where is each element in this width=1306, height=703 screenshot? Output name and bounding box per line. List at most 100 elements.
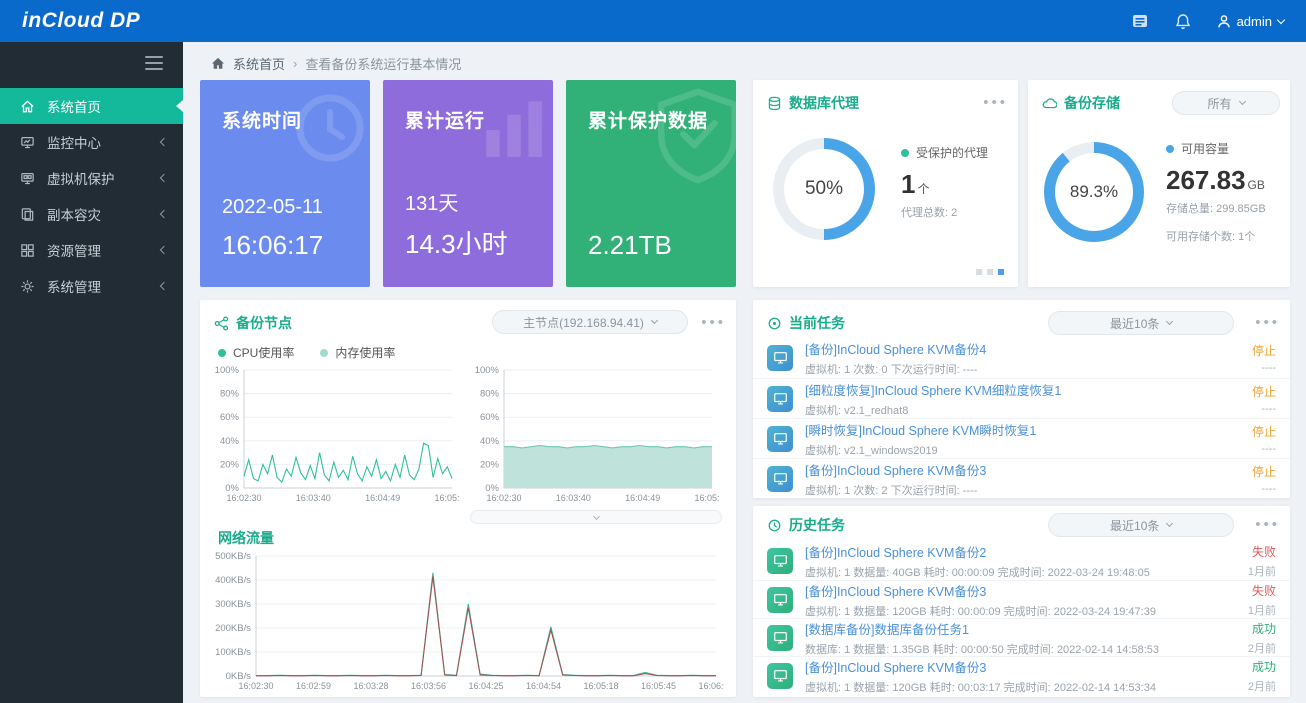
backup-storage-panel: 备份存储 所有 89.3% 可用容量 267.83GB 存储总量: 299.85… [1028,80,1290,287]
task-row[interactable]: [备份]InCloud Sphere KVM备份3 虚拟机: 1 数据量: 12… [753,580,1290,618]
legend-dot [218,349,226,357]
card-title: 累计运行 [405,106,533,133]
capacity-unit: GB [1248,178,1265,192]
sidebar-item-monitor-center[interactable]: 监控中心 [0,124,183,160]
db-agent-percent: 50% [773,138,875,240]
chevron-down-icon [1166,318,1173,325]
node-select-value: 主节点(192.168.94.41) [523,314,644,331]
task-title[interactable]: [数据库备份]数据库备份任务1 [805,619,1236,638]
task-row[interactable]: [备份]InCloud Sphere KVM备份2 虚拟机: 1 数据量: 40… [753,542,1290,580]
pager-dot[interactable] [987,269,993,275]
current-tasks-filter-select[interactable]: 最近10条 [1048,311,1234,335]
user-menu[interactable]: admin [1217,14,1284,29]
available-capacity: 267.83 [1166,165,1246,195]
task-row[interactable]: [备份]InCloud Sphere KVM备份3 虚拟机: 1 次数: 2 下… [753,458,1290,498]
history-tasks-panel: 历史任务 最近10条 ••• [备份]InCloud Sphere KVM备份2… [753,506,1290,697]
task-age: 1月前 [1248,602,1276,618]
task-title[interactable]: [细粒度恢复]InCloud Sphere KVM细粒度恢复1 [805,380,1240,399]
topbar-actions: admin [1131,12,1284,30]
svg-text:16:05:18: 16:05:18 [583,681,618,691]
history-task-list: [备份]InCloud Sphere KVM备份2 虚拟机: 1 数据量: 40… [753,542,1290,694]
db-agent-donut-chart: 50% [773,138,875,240]
task-row[interactable]: [备份]InCloud Sphere KVM备份4 虚拟机: 1 次数: 0 下… [753,338,1290,378]
chevron-left-icon [160,246,168,254]
legend-cpu: CPU使用率 [233,344,294,361]
current-tasks-menu-button[interactable]: ••• [1255,318,1280,328]
network-traffic-chart: 0KB/s100KB/s200KB/s300KB/s400KB/s500KB/s… [208,548,724,692]
task-title[interactable]: [备份]InCloud Sphere KVM备份4 [805,339,1240,358]
svg-text:60%: 60% [220,412,240,423]
vm-task-icon [767,663,793,689]
history-tasks-filter-select[interactable]: 最近10条 [1048,513,1234,537]
backup-node-panel: 备份节点 ••• 主节点(192.168.94.41) CPU使用率 内存使用率… [200,300,736,697]
task-status: 停止 [1252,423,1276,440]
task-title[interactable]: [备份]InCloud Sphere KVM备份3 [805,581,1236,600]
chevron-left-icon [160,282,168,290]
chevron-down-icon [651,317,658,324]
chart-range-toggle[interactable] [470,510,722,524]
storage-available-count: 可用存储个数: 1个 [1166,228,1266,244]
pager-dot-active[interactable] [998,269,1004,275]
svg-text:300KB/s: 300KB/s [215,599,251,610]
copy-icon [20,207,36,222]
task-title[interactable]: [备份]InCloud Sphere KVM备份2 [805,542,1236,561]
task-title[interactable]: [备份]InCloud Sphere KVM备份3 [805,657,1236,676]
task-status: 失败 [1248,543,1276,560]
user-icon [1217,14,1231,29]
backup-node-menu-button[interactable]: ••• [701,318,726,328]
vm-task-icon [767,345,793,371]
panel-title: 备份节点 [236,313,292,333]
svg-text:16:03:56: 16:03:56 [411,681,446,691]
task-title[interactable]: [备份]InCloud Sphere KVM备份3 [805,460,1240,479]
notifications-bell-icon[interactable] [1175,13,1191,30]
svg-text:40%: 40% [220,436,240,447]
sidebar-item-label: 系统管理 [47,276,101,296]
svg-text:16:02:30: 16:02:30 [486,493,521,503]
storage-filter-select[interactable]: 所有 [1172,91,1280,115]
vm-task-icon [767,466,793,492]
sidebar-item-label: 监控中心 [47,132,101,152]
chevron-left-icon [160,210,168,218]
sidebar-item-home[interactable]: 系统首页 [0,88,183,124]
svg-text:80%: 80% [480,389,500,400]
task-age: 1月前 [1248,563,1276,579]
task-row[interactable]: [数据库备份]数据库备份任务1 数据库: 1 数据量: 1.35GB 耗时: 0… [753,618,1290,656]
svg-text:40%: 40% [480,436,500,447]
breadcrumb-home[interactable]: 系统首页 [233,54,285,73]
console-icon[interactable] [1131,12,1149,30]
vm-task-icon [767,426,793,452]
sidebar-item-vm-protection[interactable]: 虚拟机保护 [0,160,183,196]
count-unit: 个 [917,182,929,196]
svg-text:400KB/s: 400KB/s [215,575,251,586]
history-tasks-menu-button[interactable]: ••• [1255,520,1280,530]
protected-data-value: 2.21TB [588,230,716,261]
legend-memory: 内存使用率 [335,344,395,361]
legend-dot [901,149,909,157]
pager-dot[interactable] [976,269,982,275]
topbar: inCloud DP admin [0,0,1306,42]
gear-icon [20,279,36,294]
task-detail: 虚拟机: 1 次数: 0 下次运行时间: ---- [805,361,1240,377]
sidebar: 系统首页 监控中心 虚拟机保护 副本容灾 [0,42,183,703]
svg-text:16:04:49: 16:04:49 [625,493,660,503]
sidebar-collapse-button[interactable] [145,56,163,75]
breadcrumb-separator: › [293,56,297,71]
sidebar-item-system-mgmt[interactable]: 系统管理 [0,268,183,304]
system-date: 2022-05-11 [222,196,350,222]
breadcrumb-home-icon [211,57,225,70]
sidebar-item-replica-dr[interactable]: 副本容灾 [0,196,183,232]
sidebar-item-resource-mgmt[interactable]: 资源管理 [0,232,183,268]
svg-text:20%: 20% [480,459,500,470]
node-select[interactable]: 主节点(192.168.94.41) [492,310,688,334]
task-row[interactable]: [备份]InCloud Sphere KVM备份3 虚拟机: 1 数据量: 12… [753,656,1290,694]
task-row[interactable]: [瞬时恢复]InCloud Sphere KVM瞬时恢复1 虚拟机: v2.1_… [753,418,1290,458]
database-icon [767,96,782,111]
uptime-hours: 14.3小时 [405,224,533,261]
svg-text:16:04:25: 16:04:25 [468,681,503,691]
svg-text:16:03:40: 16:03:40 [556,493,591,503]
task-detail: 虚拟机: v2.1_redhat8 [805,402,1240,418]
db-agent-menu-button[interactable]: ••• [983,98,1008,108]
task-title[interactable]: [瞬时恢复]InCloud Sphere KVM瞬时恢复1 [805,420,1240,439]
svg-text:500KB/s: 500KB/s [215,551,251,562]
task-row[interactable]: [细粒度恢复]InCloud Sphere KVM细粒度恢复1 虚拟机: v2.… [753,378,1290,418]
